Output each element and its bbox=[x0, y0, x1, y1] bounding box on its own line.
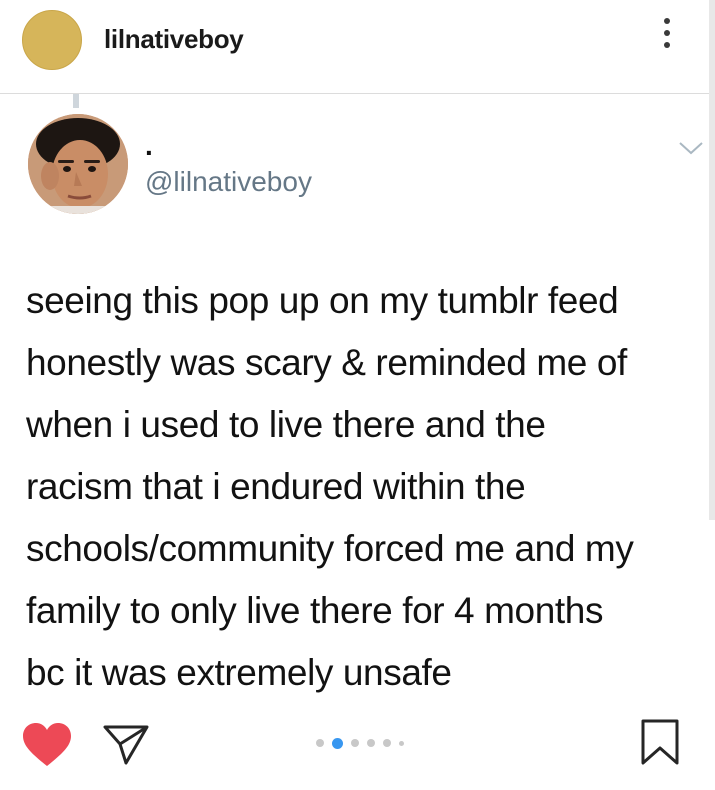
thread-connector-line bbox=[73, 94, 79, 108]
carousel-dot bbox=[367, 739, 375, 747]
chevron-down-icon bbox=[679, 142, 703, 155]
carousel-dot bbox=[383, 739, 391, 747]
post-header: lilnativeboy bbox=[0, 0, 715, 94]
tweet-author-avatar bbox=[28, 114, 128, 214]
bookmark-icon[interactable] bbox=[640, 718, 680, 766]
more-options-icon[interactable] bbox=[657, 18, 677, 62]
post-username[interactable]: lilnativeboy bbox=[104, 24, 244, 55]
profile-avatar[interactable] bbox=[22, 10, 82, 70]
tweet-handle: @lilnativeboy bbox=[145, 166, 312, 197]
send-icon[interactable] bbox=[102, 724, 150, 766]
tweet-display-name: . bbox=[145, 130, 153, 161]
heart-icon[interactable] bbox=[22, 722, 72, 768]
carousel-dot bbox=[316, 739, 324, 747]
carousel-dot bbox=[351, 739, 359, 747]
carousel-indicator bbox=[316, 736, 412, 750]
carousel-dot-active bbox=[332, 737, 343, 749]
carousel-dot bbox=[399, 740, 404, 746]
tweet-text: seeing this pop up on my tumblr feed hon… bbox=[26, 280, 634, 693]
